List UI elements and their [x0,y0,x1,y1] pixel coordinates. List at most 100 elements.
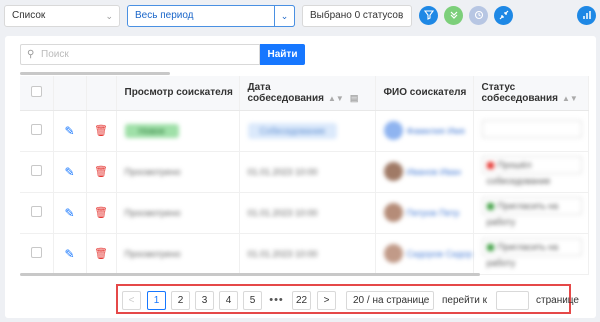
trash-icon[interactable]: 🗑 [94,248,108,260]
column-header-fio[interactable]: ФИО соискателя [375,76,474,111]
fio-cell: Петров Петр [375,192,474,234]
date-value: 01.01.2023 10:00 [247,207,318,218]
next-page-button[interactable]: > [317,291,336,310]
view-select-value: Список [12,10,46,21]
pencil-icon[interactable]: ✎ [64,124,74,138]
collapse-button[interactable] [494,6,513,25]
candidate-name[interactable]: Фамилия Имя [407,126,465,136]
pencil-icon[interactable]: ✎ [64,165,74,179]
page-1-button[interactable]: 1 [147,291,166,310]
avatar [383,244,403,263]
sort-icon[interactable]: ▲▼ [562,94,578,103]
search-icon: ⚲ [27,49,35,60]
date-cell: 01.01.2023 10:00 [239,151,376,193]
candidate-name[interactable]: Сидоров Сидор [407,249,473,259]
chevron-down-icon[interactable]: ⌄ [274,5,295,27]
status-value: Прошёл собеседование [486,160,551,186]
calendar-icon[interactable]: ▤ [350,93,359,103]
column-header-status[interactable]: Статус собеседования ▲▼ [473,76,589,111]
chart-button[interactable] [577,6,596,25]
period-select-value: Весь период [135,10,194,21]
table-row[interactable]: ✎ 🗑 Просмотрено 01.01.2023 10:00 Петров … [20,192,589,234]
candidate-name[interactable]: Петров Петр [407,208,460,218]
date-value: 01.01.2023 10:00 [247,166,318,177]
row-checkbox[interactable] [30,205,42,217]
status-select[interactable] [481,120,582,138]
trash-icon[interactable]: 🗑 [94,125,108,137]
pencil-icon[interactable]: ✎ [64,206,74,220]
pencil-icon[interactable]: ✎ [64,247,74,261]
date-cell: 01.01.2023 10:00 [239,192,376,234]
horizontal-scrollbar[interactable] [20,273,480,276]
candidates-table: Просмотр соискателя Дата собеседования ▲▼… [20,76,589,275]
delete-cell: 🗑 [86,110,117,152]
page-5-button[interactable]: 5 [243,291,262,310]
bar-chart-icon [582,11,591,19]
pagination: < 1 2 3 4 5 ••• 22 > 20 / на странице ⌄ … [116,284,579,314]
table-row[interactable]: ✎ 🗑 Просмотрено 01.01.2023 10:00 Иванов … [20,151,589,193]
expand-button[interactable] [444,6,463,25]
fio-cell: Иванов Иван [375,151,474,193]
prev-page-button[interactable]: < [122,291,141,310]
horizontal-scrollbar[interactable] [20,72,170,75]
goto-page-input[interactable] [496,291,529,310]
chevron-down-icon: ⌄ [421,296,428,305]
page-2-button[interactable]: 2 [171,291,190,310]
column-header-date[interactable]: Дата собеседования ▲▼ ▤ [239,76,376,111]
edit-cell: ✎ [53,151,87,193]
view-cell: Просмотрено [116,233,240,275]
chevron-down-icon: ⌄ [397,11,405,21]
view-cell: Новое [116,110,240,152]
view-cell: Просмотрено [116,192,240,234]
table-row[interactable]: ✎ 🗑 Просмотрено 01.01.2023 10:00 Сидоров… [20,233,589,275]
period-select[interactable]: Весь период ⌄ [127,5,295,27]
view-status-text: Просмотрено [124,166,181,177]
status-cell: Пригласить на работу [473,192,589,234]
status-dot [486,203,494,211]
status-select[interactable]: Пригласить на работу [481,238,582,268]
page-size-select[interactable]: 20 / на странице ⌄ [346,291,434,310]
filter-button[interactable] [419,6,438,25]
page-3-button[interactable]: 3 [195,291,214,310]
avatar [383,162,403,181]
view-status-text: Просмотрено [124,248,181,259]
search-input[interactable]: ⚲ Поиск [20,44,260,65]
page-4-button[interactable]: 4 [219,291,238,310]
status-value: Пригласить на работу [486,201,559,227]
view-select[interactable]: Список ⌄ [4,5,120,27]
candidate-name[interactable]: Иванов Иван [407,167,462,177]
status-select[interactable]: Пригласить на работу [481,197,582,227]
row-checkbox[interactable] [30,164,42,176]
status-dot [486,244,494,252]
sort-icon[interactable]: ▲▼ [328,94,344,103]
table-row[interactable]: ✎ 🗑 Новое Собеседование Фамилия Имя [20,110,589,152]
select-all-checkbox[interactable] [30,85,42,97]
delete-cell: 🗑 [86,233,117,275]
chevron-down-icon: ⌄ [105,11,113,21]
find-button[interactable]: Найти [260,44,305,65]
trash-icon[interactable]: 🗑 [94,207,108,219]
view-cell: Просмотрено [116,151,240,193]
date-cell: Собеседование [239,110,376,152]
date-value: Собеседование [247,122,338,139]
trash-icon[interactable]: 🗑 [94,166,108,178]
page-size-value: 20 / на странице [353,295,430,306]
column-header-view[interactable]: Просмотр соискателя [116,76,240,111]
reset-button[interactable] [469,6,488,25]
row-checkbox[interactable] [30,246,42,258]
row-checkbox[interactable] [30,123,42,135]
page-ellipsis[interactable]: ••• [267,291,286,310]
view-status-badge: Новое [124,123,179,138]
avatar [383,121,403,140]
edit-cell: ✎ [53,110,87,152]
avatar [383,203,403,222]
fio-cell: Фамилия Имя [375,110,474,152]
search-placeholder: Поиск [41,49,69,60]
status-select[interactable]: Прошёл собеседование [481,156,582,186]
delete-header [86,76,117,111]
goto-label: перейти к [442,295,488,306]
page-last-button[interactable]: 22 [292,291,311,310]
status-select[interactable]: Выбрано 0 статусов ⌄ [302,5,412,27]
row-checkbox-cell [20,110,54,152]
status-value: Пригласить на работу [486,242,559,268]
